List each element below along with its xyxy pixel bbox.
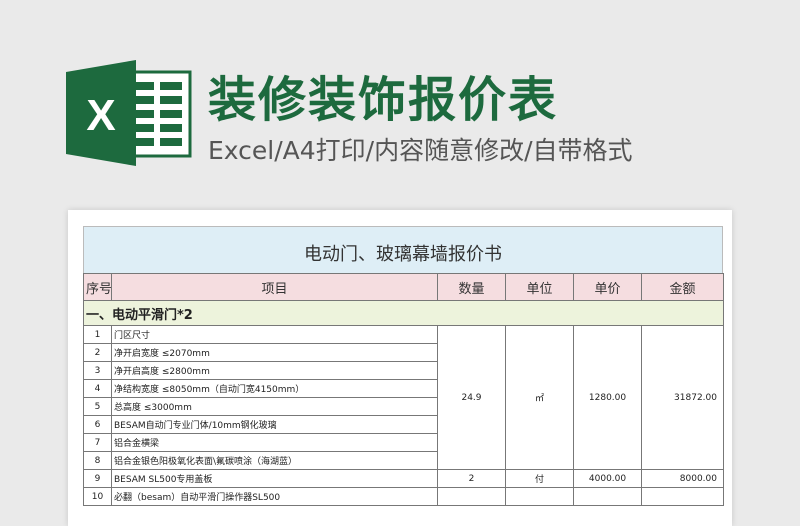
row-price: 4000.00 (573, 469, 642, 488)
table-header-row: 序号 项目 数量 单位 单价 金额 (83, 273, 724, 301)
page-subtitle: Excel/A4打印/内容随意修改/自带格式 (208, 136, 633, 165)
page-title: 装修装饰报价表 (208, 72, 559, 128)
col-header-quantity: 数量 (437, 273, 506, 301)
col-header-no: 序号 (83, 273, 112, 301)
group-unit: ㎡ (505, 325, 574, 470)
group-quantity: 24.9 (437, 325, 506, 470)
row-no: 10 (83, 487, 112, 506)
table-row: 9 BESAM SL500专用盖板 2 付 4000.00 8000.00 (83, 469, 724, 488)
row-amount: 8000.00 (641, 469, 724, 488)
row-no: 3 (83, 361, 112, 380)
row-no: 2 (83, 343, 112, 362)
row-item: 门区尺寸 (111, 325, 438, 344)
col-header-amount: 金额 (641, 273, 724, 301)
row-no: 7 (83, 433, 112, 452)
section-row: 一、电动平滑门*2 (83, 300, 724, 326)
row-item: 总高度 ≤3000mm (111, 397, 438, 416)
row-item: 铝合金横梁 (111, 433, 438, 452)
quote-table: 序号 项目 数量 单位 单价 金额 一、电动平滑门*2 1 门区尺寸 24.9 … (83, 273, 724, 506)
row-no: 1 (83, 325, 112, 344)
logo-letter: X (86, 91, 115, 140)
sheet-title: 电动门、玻璃幕墙报价书 (83, 226, 723, 273)
section-title: 一、电动平滑门*2 (83, 300, 724, 326)
row-item: 净开启高度 ≤2800mm (111, 361, 438, 380)
row-no: 5 (83, 397, 112, 416)
row-item: BESAM SL500专用盖板 (111, 469, 438, 488)
row-item: 铝合金银色阳极氧化表面\氟碳喷涂（海湖蓝） (111, 451, 438, 470)
col-header-price: 单价 (573, 273, 642, 301)
row-quantity: 2 (437, 469, 506, 488)
group-price: 1280.00 (573, 325, 642, 470)
row-unit: 付 (505, 469, 574, 488)
col-header-item: 项目 (111, 273, 438, 301)
group-amount: 31872.00 (641, 325, 724, 470)
row-item: 净结构宽度 ≤8050mm（自动门宽4150mm） (111, 379, 438, 398)
row-no: 6 (83, 415, 112, 434)
row-no: 4 (83, 379, 112, 398)
row-no: 8 (83, 451, 112, 470)
col-header-unit: 单位 (505, 273, 574, 301)
row-item: 必翻（besam）自动平滑门操作器SL500 (111, 487, 438, 506)
row-item: BESAM自动门专业门体/10mm钢化玻璃 (111, 415, 438, 434)
spreadsheet-preview: 电动门、玻璃幕墙报价书 序号 项目 数量 单位 单价 金额 一、电动平滑门*2 … (68, 210, 732, 526)
table-row: 10 必翻（besam）自动平滑门操作器SL500 (83, 487, 724, 506)
row-no: 9 (83, 469, 112, 488)
table-row: 1 门区尺寸 24.9 ㎡ 1280.00 31872.00 (83, 325, 724, 470)
row-item: 净开启宽度 ≤2070mm (111, 343, 438, 362)
excel-logo-icon: X (66, 60, 194, 166)
